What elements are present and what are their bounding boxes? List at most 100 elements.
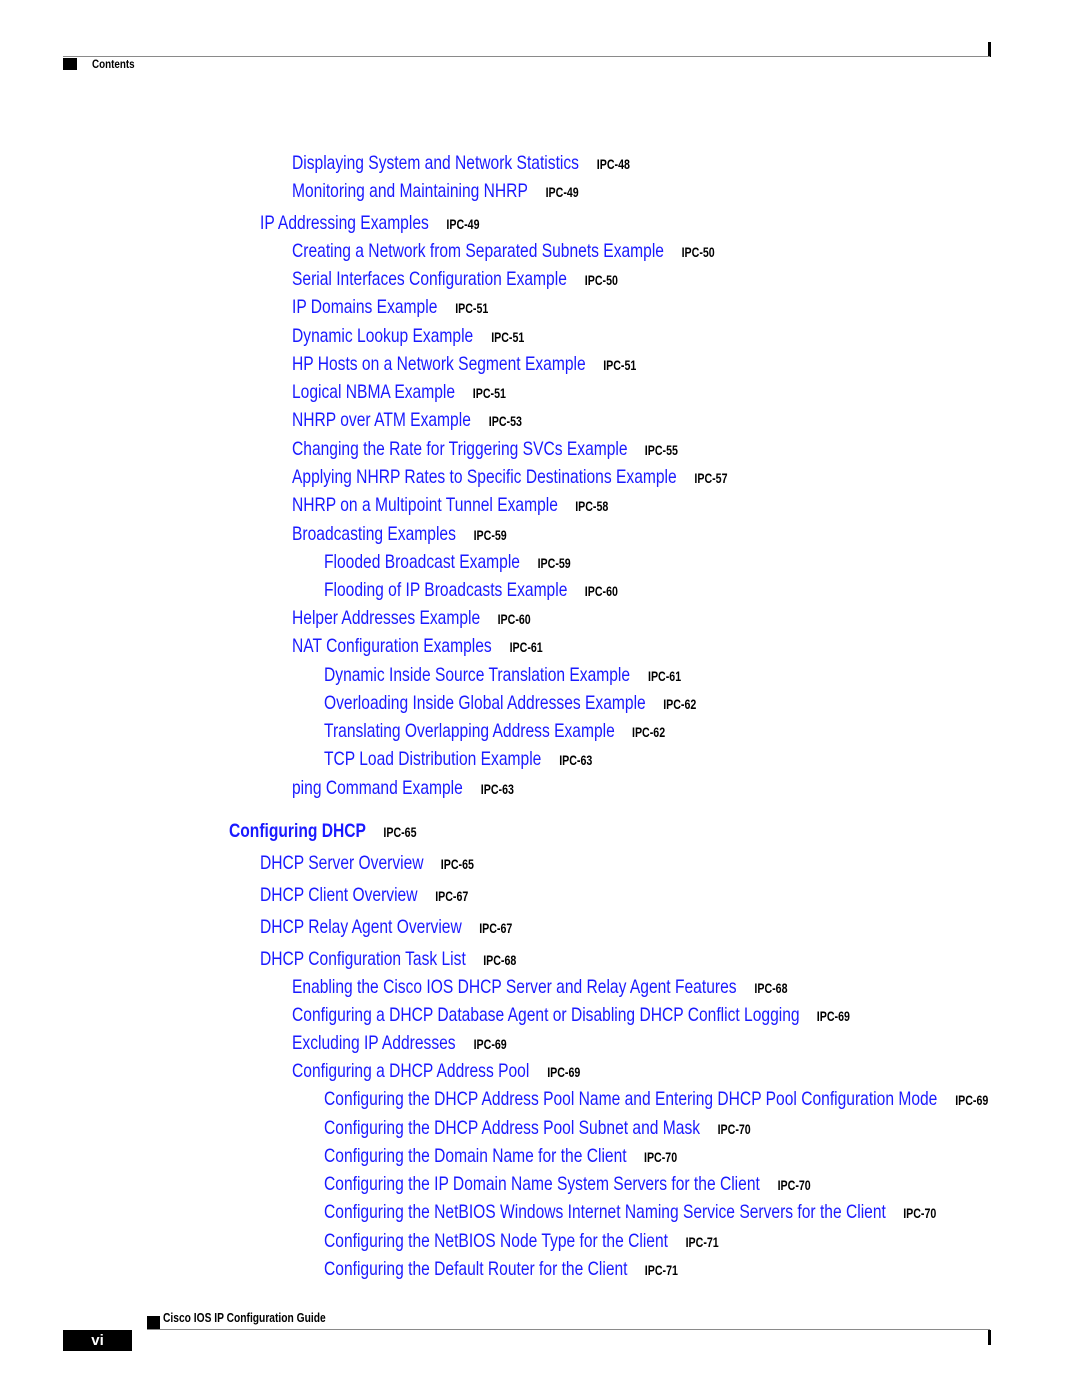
toc-entry[interactable]: DHCP Server Overview IPC-65 [260,852,476,875]
toc-entry[interactable]: Monitoring and Maintaining NHRP IPC-49 [292,180,580,203]
toc-entry-title-link[interactable]: Configuring the DHCP Address Pool Subnet… [324,1117,700,1139]
toc-entry-title-link[interactable]: DHCP Client Overview [260,884,417,906]
toc-entry-page-ref[interactable]: IPC-51 [603,357,636,373]
toc-entry-title-link[interactable]: Displaying System and Network Statistics [292,152,579,174]
toc-entry-title-link[interactable]: IP Domains Example [292,296,437,318]
toc-entry-page-ref[interactable]: IPC-59 [538,555,571,571]
toc-entry-page-ref[interactable]: IPC-69 [547,1064,580,1080]
toc-entry[interactable]: Overloading Inside Global Addresses Exam… [324,692,698,715]
toc-entry-page-ref[interactable]: IPC-51 [491,329,524,345]
toc-entry[interactable]: Configuring the IP Domain Name System Se… [324,1173,812,1196]
toc-entry-title-link[interactable]: Serial Interfaces Configuration Example [292,268,567,290]
toc-entry-page-ref[interactable]: IPC-70 [903,1205,936,1221]
toc-chapter-heading[interactable]: Configuring DHCP IPC-65 [229,820,418,843]
toc-entry-page-ref[interactable]: IPC-68 [754,980,787,996]
toc-entry-page-ref[interactable]: IPC-53 [488,413,521,429]
toc-entry-title-link[interactable]: IP Addressing Examples [260,212,429,234]
toc-entry-page-ref[interactable]: IPC-69 [817,1008,850,1024]
toc-entry[interactable]: Configuring a DHCP Database Agent or Dis… [292,1004,852,1027]
toc-entry-title-link[interactable]: Configuring the NetBIOS Node Type for th… [324,1230,668,1252]
toc-entry-page-ref[interactable]: IPC-50 [682,244,715,260]
toc-entry[interactable]: Displaying System and Network Statistics… [292,152,631,175]
toc-entry-page-ref[interactable]: IPC-65 [441,856,474,872]
toc-entry[interactable]: HP Hosts on a Network Segment Example IPC… [292,353,638,376]
toc-entry[interactable]: Creating a Network from Separated Subnet… [292,240,716,263]
toc-entry-title-link[interactable]: TCP Load Distribution Example [324,748,541,770]
toc-entry[interactable]: Dynamic Inside Source Translation Exampl… [324,664,683,687]
toc-entry[interactable]: Dynamic Lookup Example IPC-51 [292,325,526,348]
toc-entry-title-link[interactable]: NHRP over ATM Example [292,409,471,431]
toc-entry-title-link[interactable]: Excluding IP Addresses [292,1032,456,1054]
toc-entry-title-link[interactable]: HP Hosts on a Network Segment Example [292,353,586,375]
toc-entry-page-ref[interactable]: IPC-70 [777,1177,810,1193]
toc-entry-title-link[interactable]: DHCP Relay Agent Overview [260,916,462,938]
toc-entry[interactable]: Configuring a DHCP Address Pool IPC-69 [292,1060,582,1083]
toc-entry[interactable]: Translating Overlapping Address Example I… [324,720,667,743]
toc-entry-title-link[interactable]: Overloading Inside Global Addresses Exam… [324,692,646,714]
toc-entry-page-ref[interactable]: IPC-49 [446,216,479,232]
toc-entry-title-link[interactable]: Broadcasting Examples [292,523,456,545]
toc-entry[interactable]: NHRP on a Multipoint Tunnel Example IPC-5… [292,494,610,517]
toc-entry[interactable]: Configuring the Default Router for the C… [324,1258,680,1281]
toc-entry-title-link[interactable]: Applying NHRP Rates to Specific Destinat… [292,466,677,488]
toc-entry-title-link[interactable]: Configuring the DHCP Address Pool Name a… [324,1088,937,1110]
toc-entry-title-link[interactable]: Helper Addresses Example [292,607,480,629]
toc-entry-page-ref[interactable]: IPC-71 [645,1262,678,1278]
toc-entry-title-link[interactable]: Changing the Rate for Triggering SVCs Ex… [292,438,628,460]
toc-entry-title-link[interactable]: Configuring the Default Router for the C… [324,1258,628,1280]
toc-entry[interactable]: DHCP Configuration Task List IPC-68 [260,948,518,971]
toc-entry-title-link[interactable]: Monitoring and Maintaining NHRP [292,180,528,202]
toc-entry-title-link[interactable]: Configuring the Domain Name for the Clie… [324,1145,627,1167]
toc-entry-page-ref[interactable]: IPC-58 [576,498,609,514]
toc-entry-title-link[interactable]: ping Command Example [292,777,463,799]
toc-entry-title-link[interactable]: DHCP Server Overview [260,852,424,874]
toc-entry-page-ref[interactable]: IPC-67 [435,888,468,904]
toc-entry-page-ref[interactable]: IPC-63 [559,752,592,768]
toc-entry-title-link[interactable]: Configuring a DHCP Database Agent or Dis… [292,1004,800,1026]
toc-entry-title-link[interactable]: Dynamic Inside Source Translation Exampl… [324,664,630,686]
toc-entry-title-link[interactable]: Configuring the IP Domain Name System Se… [324,1173,760,1195]
toc-entry[interactable]: NHRP over ATM Example IPC-53 [292,409,523,432]
toc-entry[interactable]: Applying NHRP Rates to Specific Destinat… [292,466,729,489]
toc-entry[interactable]: DHCP Client Overview IPC-67 [260,884,470,907]
toc-entry[interactable]: Logical NBMA Example IPC-51 [292,381,507,404]
toc-entry[interactable]: IP Domains Example IPC-51 [292,296,490,319]
toc-entry-page-ref[interactable]: IPC-51 [455,300,488,316]
toc-entry-page-ref[interactable]: IPC-48 [597,156,630,172]
toc-entry-page-ref[interactable]: IPC-69 [955,1092,988,1108]
toc-entry-title-link[interactable]: Configuring a DHCP Address Pool [292,1060,529,1082]
toc-entry[interactable]: Configuring the NetBIOS Windows Internet… [324,1201,938,1224]
toc-entry-page-ref[interactable]: IPC-57 [694,470,727,486]
toc-entry-title-link[interactable]: Translating Overlapping Address Example [324,720,615,742]
toc-entry-title-link[interactable]: NAT Configuration Examples [292,635,492,657]
toc-entry-page-ref[interactable]: IPC-55 [645,442,678,458]
toc-entry-title-link[interactable]: Flooding of IP Broadcasts Example [324,579,567,601]
toc-entry-title-link[interactable]: Configuring the NetBIOS Windows Internet… [324,1201,886,1223]
toc-entry[interactable]: IP Addressing Examples IPC-49 [260,212,481,235]
toc-entry-page-ref[interactable]: IPC-51 [473,385,506,401]
toc-entry-page-ref[interactable]: IPC-71 [686,1234,719,1250]
toc-entry[interactable]: NAT Configuration Examples IPC-61 [292,635,544,658]
toc-entry[interactable]: Enabling the Cisco IOS DHCP Server and R… [292,976,789,999]
toc-entry[interactable]: Changing the Rate for Triggering SVCs Ex… [292,438,680,461]
toc-entry[interactable]: Helper Addresses Example IPC-60 [292,607,533,630]
toc-entry-title-link[interactable]: DHCP Configuration Task List [260,948,466,970]
toc-entry-page-ref[interactable]: IPC-70 [644,1149,677,1165]
toc-entry-page-ref[interactable]: IPC-62 [632,724,665,740]
toc-entry-title-link[interactable]: NHRP on a Multipoint Tunnel Example [292,494,558,516]
toc-entry-page-ref[interactable]: IPC-65 [384,824,417,840]
toc-entry-page-ref[interactable]: IPC-50 [584,272,617,288]
toc-entry-page-ref[interactable]: IPC-61 [509,639,542,655]
toc-entry[interactable]: Serial Interfaces Configuration Example I… [292,268,619,291]
toc-entry-title-link[interactable]: Enabling the Cisco IOS DHCP Server and R… [292,976,737,998]
toc-entry[interactable]: TCP Load Distribution Example IPC-63 [324,748,594,771]
toc-entry[interactable]: DHCP Relay Agent Overview IPC-67 [260,916,514,939]
toc-entry[interactable]: Configuring the NetBIOS Node Type for th… [324,1230,720,1253]
toc-entry[interactable]: Configuring the Domain Name for the Clie… [324,1145,679,1168]
toc-entry-page-ref[interactable]: IPC-59 [473,527,506,543]
toc-entry[interactable]: Flooding of IP Broadcasts Example IPC-60 [324,579,620,602]
toc-entry-title-link[interactable]: Flooded Broadcast Example [324,551,520,573]
toc-entry-page-ref[interactable]: IPC-69 [473,1036,506,1052]
toc-entry[interactable]: Configuring the DHCP Address Pool Subnet… [324,1117,753,1140]
toc-entry[interactable]: Flooded Broadcast Example IPC-59 [324,551,572,574]
